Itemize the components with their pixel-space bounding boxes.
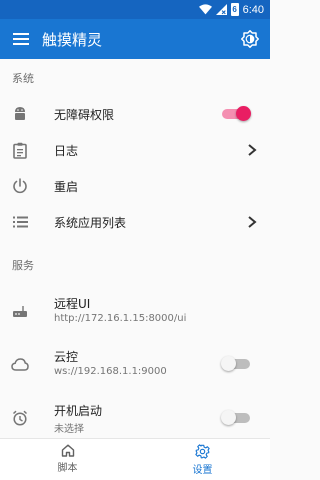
- menu-button[interactable]: [0, 19, 42, 59]
- settings-list[interactable]: 系统 无障碍权限 日志 重启 系统应用列表 服务 远程UI http://172…: [0, 59, 270, 438]
- status-icons: 6 6:40: [198, 2, 264, 17]
- power-icon: [9, 176, 31, 196]
- row-restart[interactable]: 重启: [0, 168, 270, 204]
- chevron-right-icon: [248, 216, 257, 228]
- nav-label: 设置: [192, 465, 213, 476]
- nav-item-scripts[interactable]: 脚本: [0, 439, 135, 480]
- row-subtitle: http://172.16.1.15:8000/ui: [54, 313, 187, 324]
- row-subtitle: 未选择: [54, 424, 84, 435]
- bottom-navigation: 脚本 设置: [0, 438, 270, 480]
- clipboard-list-icon: [9, 140, 31, 160]
- battery-level: 6: [232, 5, 237, 14]
- wifi-icon: [198, 4, 212, 15]
- home-icon: [61, 444, 74, 457]
- battery-icon: 6: [230, 3, 239, 16]
- brightness-auto-icon: [241, 30, 259, 48]
- status-time: 6:40: [242, 3, 264, 16]
- row-remote-ui[interactable]: 远程UI http://172.16.1.15:8000/ui: [0, 293, 270, 329]
- section-header-service: 服务: [12, 259, 34, 272]
- row-label: 重启: [54, 180, 79, 194]
- theme-button[interactable]: [230, 19, 270, 59]
- nav-label: 脚本: [57, 463, 78, 474]
- cloud-control-switch[interactable]: [221, 356, 250, 371]
- app-bar: 触摸精灵: [0, 19, 270, 59]
- alarm-icon: [9, 408, 31, 428]
- boot-start-switch[interactable]: [221, 410, 250, 425]
- row-log[interactable]: 日志: [0, 132, 270, 168]
- row-accessibility-permission[interactable]: 无障碍权限: [0, 96, 270, 132]
- settings-icon: [195, 444, 210, 459]
- signal-icon: [215, 4, 227, 15]
- status-bar: 6 6:40: [0, 0, 270, 19]
- row-label: 日志: [54, 144, 79, 158]
- row-label: 系统应用列表: [54, 216, 127, 230]
- nav-item-settings[interactable]: 设置: [135, 439, 270, 480]
- row-label: 无障碍权限: [54, 108, 115, 122]
- row-label: 开机启动: [54, 404, 103, 418]
- row-boot-start[interactable]: 开机启动 未选择: [0, 400, 270, 436]
- row-label: 远程UI: [54, 297, 91, 311]
- accessibility-switch[interactable]: [222, 106, 251, 121]
- menu-icon: [13, 33, 29, 45]
- switch-thumb: [236, 106, 251, 121]
- cloud-icon: [9, 354, 31, 374]
- router-icon: [9, 301, 31, 321]
- switch-thumb: [221, 410, 236, 425]
- app-title: 触摸精灵: [42, 30, 103, 49]
- row-system-app-list[interactable]: 系统应用列表: [0, 204, 270, 240]
- list-icon: [9, 212, 31, 232]
- row-subtitle: ws://192.168.1.1:9000: [54, 366, 167, 377]
- switch-thumb: [221, 356, 236, 371]
- row-cloud-control[interactable]: 云控 ws://192.168.1.1:9000: [0, 346, 270, 382]
- section-header-system: 系统: [12, 72, 34, 85]
- android-icon: [9, 104, 31, 124]
- row-label: 云控: [54, 350, 79, 364]
- chevron-right-icon: [248, 144, 257, 156]
